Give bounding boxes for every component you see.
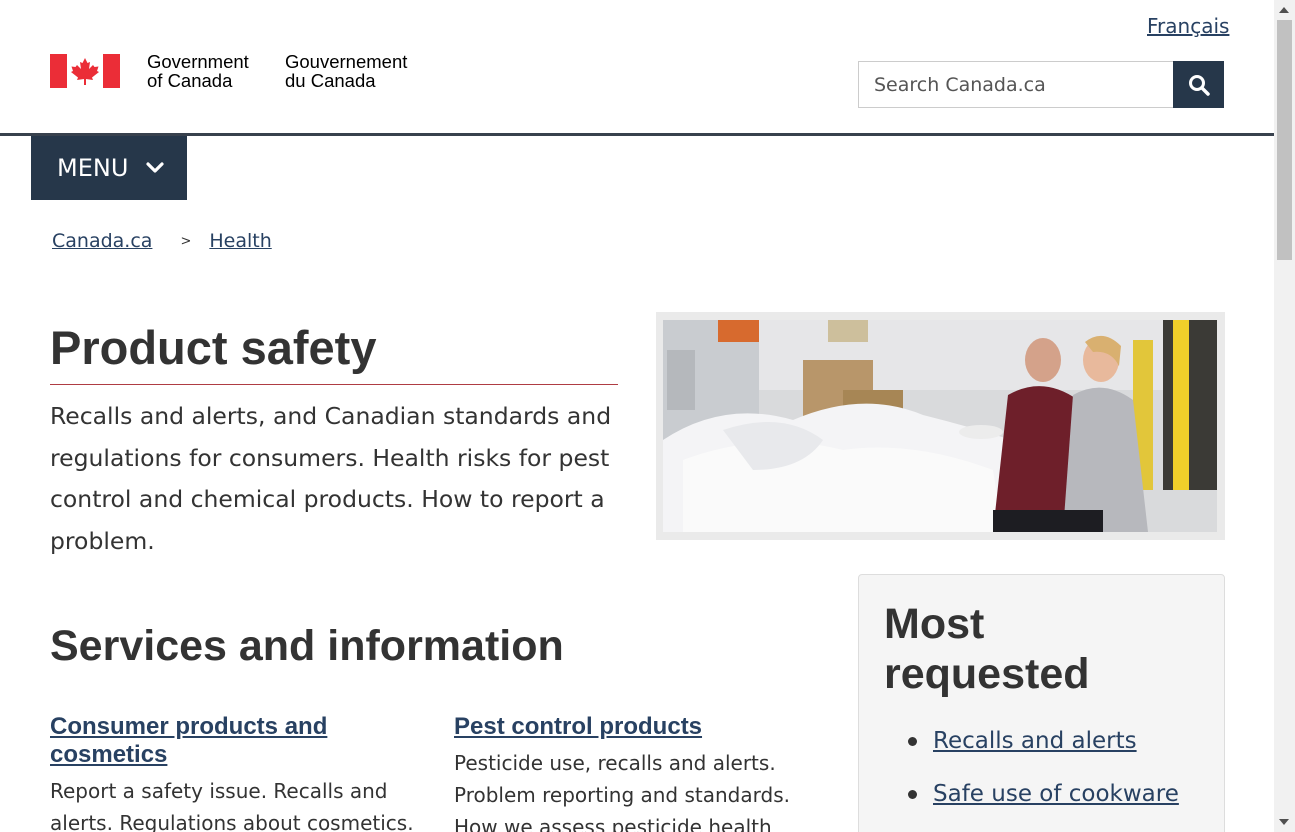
list-item: Recalls and alerts xyxy=(908,715,1199,768)
language-toggle-link[interactable]: Français xyxy=(1147,14,1229,38)
chevron-down-icon xyxy=(146,162,164,174)
canada-flag-icon xyxy=(50,54,120,88)
government-signature-fr[interactable]: Gouvernement du Canada xyxy=(285,52,407,90)
hero-image xyxy=(656,312,1225,540)
service-link-pest-control[interactable]: Pest control products xyxy=(454,713,702,740)
breadcrumb-link-health[interactable]: Health xyxy=(209,230,271,252)
government-signature-en[interactable]: Government of Canada xyxy=(147,52,249,90)
service-card-pest-control: Pest control products Pesticide use, rec… xyxy=(454,713,824,832)
service-description: Pesticide use, recalls and alerts. Probl… xyxy=(454,751,790,832)
scroll-down-arrow-icon[interactable] xyxy=(1279,819,1289,825)
breadcrumb: Canada.ca > Health xyxy=(52,230,272,252)
vertical-scrollbar[interactable] xyxy=(1274,0,1295,832)
most-requested-link-recalls[interactable]: Recalls and alerts xyxy=(933,715,1137,768)
menu-label: MENU xyxy=(57,154,129,182)
search-button[interactable] xyxy=(1173,61,1224,108)
service-link-consumer-products[interactable]: Consumer products and cosmetics xyxy=(50,713,327,768)
signature-en-line1: Government xyxy=(147,51,249,72)
page-lead: Recalls and alerts, and Canadian standar… xyxy=(50,402,612,555)
search-bar xyxy=(858,61,1224,108)
service-description: Report a safety issue. Recalls and alert… xyxy=(50,779,414,832)
search-icon xyxy=(1188,74,1210,96)
most-requested-panel: Most requested Recalls and alerts Safe u… xyxy=(858,574,1225,832)
header-divider xyxy=(0,133,1274,136)
signature-fr-line2: du Canada xyxy=(285,70,376,91)
most-requested-link-cookware[interactable]: Safe use of cookware xyxy=(933,768,1179,821)
scrollbar-thumb[interactable] xyxy=(1277,20,1292,260)
most-requested-list: Recalls and alerts Safe use of cookware xyxy=(884,715,1199,821)
signature-en-line2: of Canada xyxy=(147,70,233,91)
menu-button[interactable]: MENU xyxy=(31,136,187,200)
services-heading: Services and information xyxy=(50,622,564,670)
scroll-up-arrow-icon[interactable] xyxy=(1279,7,1289,13)
breadcrumb-separator: > xyxy=(180,233,192,249)
service-card-consumer-products: Consumer products and cosmetics Report a… xyxy=(50,713,420,832)
list-item: Safe use of cookware xyxy=(908,768,1199,821)
most-requested-heading: Most requested xyxy=(884,600,1090,698)
search-input[interactable] xyxy=(859,62,1173,107)
breadcrumb-link-canada[interactable]: Canada.ca xyxy=(52,230,152,252)
page-title: Product safety xyxy=(50,320,618,385)
signature-fr-line1: Gouvernement xyxy=(285,51,408,72)
